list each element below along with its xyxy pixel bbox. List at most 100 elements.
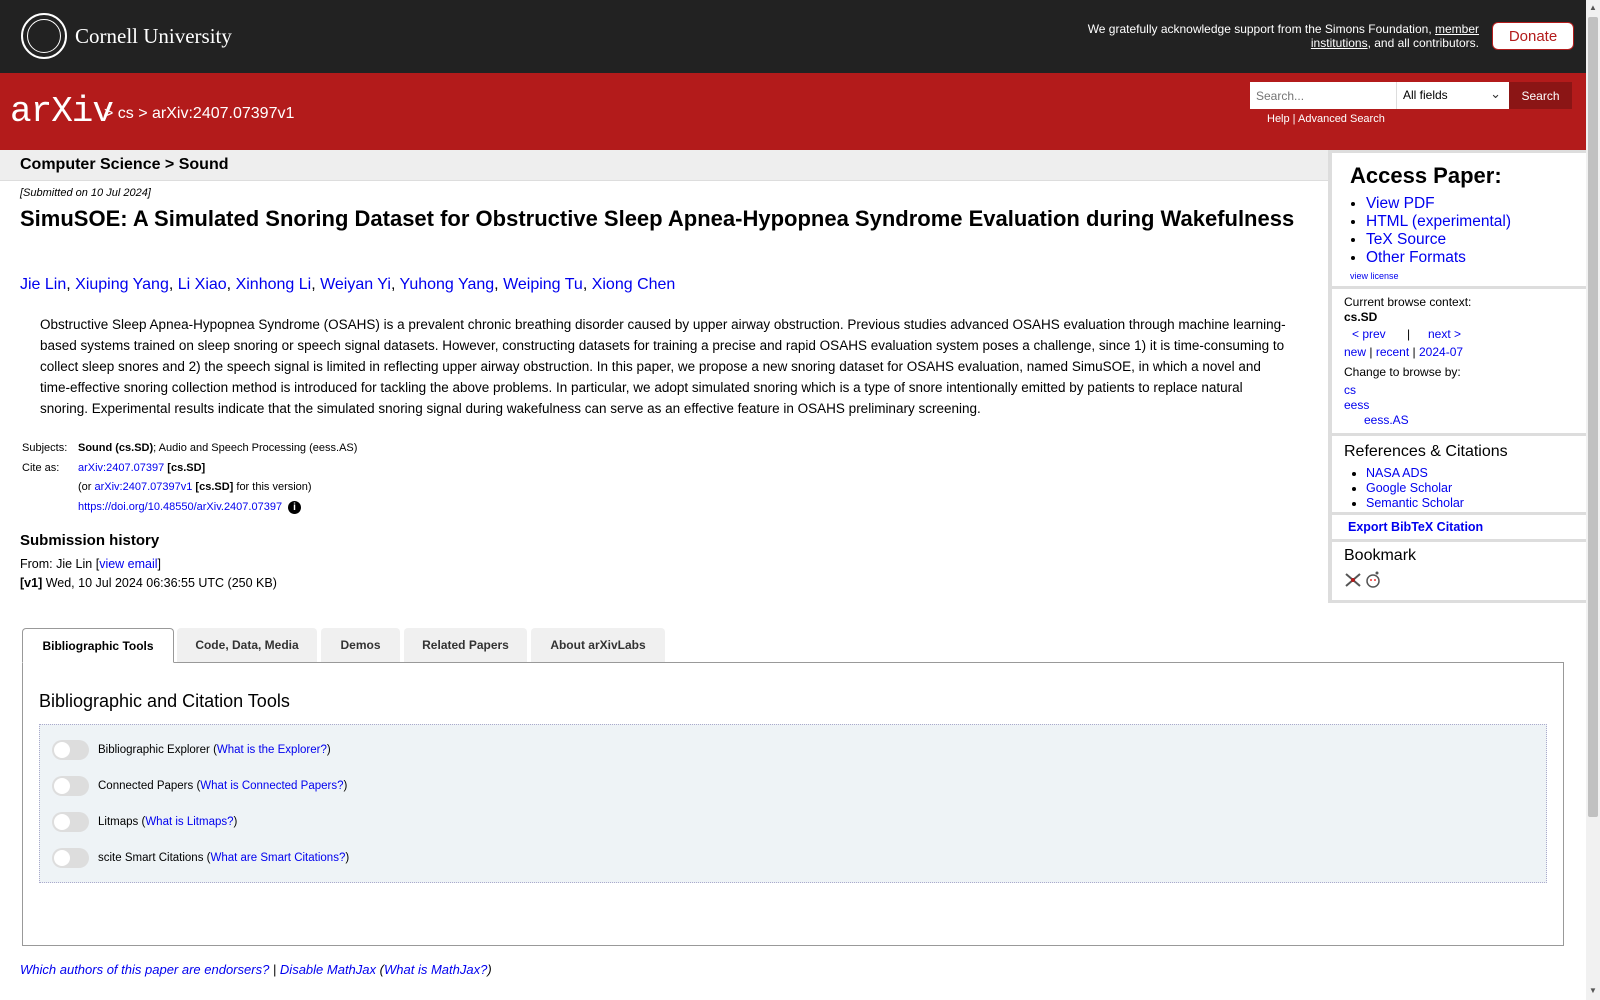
reddit-icon[interactable] [1364,570,1382,588]
author-link[interactable]: Li Xiao [178,276,227,293]
html-link[interactable]: HTML (experimental) [1366,213,1511,230]
advanced-search-link[interactable]: Advanced Search [1298,113,1385,125]
tab-about-arxivlabs[interactable]: About arXivLabs [531,628,665,662]
page-scrollbar[interactable]: ▲ ▼ [1586,0,1600,1000]
context-value: cs.SD [1344,310,1378,324]
tab-code-data-media[interactable]: Code, Data, Media [177,628,317,662]
connected-papers-toggle[interactable] [52,776,89,796]
explorer-toggle[interactable] [52,740,89,760]
what-is-mathjax-link[interactable]: What is MathJax? [384,962,487,977]
author-link[interactable]: Weiyan Yi [320,276,391,293]
submitter-info: From: Jie Lin [view email] [20,557,162,571]
bookmark-title: Bookmark [1344,547,1417,564]
author-link[interactable]: Xiong Chen [592,276,676,293]
doi-link[interactable]: https://doi.org/10.48550/arXiv.2407.0739… [78,501,282,513]
sidebar: Access Paper: View PDF HTML (experimenta… [1328,150,1586,603]
breadcrumb-paper-id: arXiv:2407.07397v1 [152,105,295,122]
author-list: Jie Lin, Xiuping Yang, Li Xiao, Xinhong … [20,276,676,293]
footer-links: Which authors of this paper are endorser… [20,962,492,977]
cite-id-link[interactable]: arXiv:2407.07397 [78,462,164,474]
author-link[interactable]: Xiuping Yang [75,276,169,293]
author-link[interactable]: Xinhong Li [236,276,312,293]
new-link[interactable]: new [1344,345,1366,359]
breadcrumb-cs[interactable]: cs [118,105,134,122]
view-license-link[interactable]: view license [1350,271,1399,281]
arxiv-header: arXiv > cs > arXiv:2407.07397v1 All fiel… [0,73,1586,150]
donate-button[interactable]: Donate [1492,22,1574,50]
author-link[interactable]: Yuhong Yang [400,276,495,293]
search-field-select[interactable]: All fields ⌄ [1396,82,1509,109]
submission-date: [Submitted on 10 Jul 2024] [20,187,151,199]
browse-eess-link[interactable]: eess [1344,398,1369,414]
prev-link[interactable]: < prev [1352,327,1386,343]
tools-list: Bibliographic Explorer (What is the Expl… [39,724,1547,883]
tex-source-link[interactable]: TeX Source [1366,231,1446,248]
litmaps-toggle[interactable] [52,812,89,832]
tool-bibliographic-explorer: Bibliographic Explorer (What is the Expl… [52,740,331,760]
paper-title: SimuSOE: A Simulated Snoring Dataset for… [20,206,1295,231]
endorsers-link[interactable]: Which authors of this paper are endorser… [20,962,269,977]
search-help-links: Help | Advanced Search [1267,113,1385,125]
view-email-link[interactable]: view email [99,557,157,571]
context-label: Current browse context: [1344,295,1472,309]
author-link[interactable]: Weiping Tu [503,276,583,293]
tool-scite: scite Smart Citations (What are Smart Ci… [52,848,349,868]
export-bibtex-box: Export BibTeX Citation [1332,515,1586,539]
view-pdf-link[interactable]: View PDF [1366,195,1435,212]
paper-metadata: Subjects: Sound (cs.SD); Audio and Speech… [22,442,358,514]
access-paper-box: Access Paper: View PDF HTML (experimenta… [1332,153,1586,286]
tab-bibliographic-tools[interactable]: Bibliographic Tools [22,628,174,663]
support-acknowledgement: We gratefully acknowledge support from t… [1087,22,1479,50]
nasa-ads-link[interactable]: NASA ADS [1366,466,1428,480]
subjects-value: Sound (cs.SD); Audio and Speech Processi… [78,442,358,454]
next-link[interactable]: next > [1428,327,1461,343]
cite-v1-link[interactable]: arXiv:2407.07397v1 [95,481,193,493]
scroll-thumb[interactable] [1588,17,1598,817]
submission-history-title: Submission history [20,532,160,549]
subjects-label: Subjects: [22,442,68,454]
cite-label: Cite as: [22,461,60,474]
cornell-logo[interactable]: Cornell University [21,13,232,59]
cornell-seal-icon [21,13,67,59]
cornell-header: Cornell University We gratefully acknowl… [0,0,1586,73]
explorer-info-link[interactable]: What is the Explorer? [217,744,327,756]
access-paper-title: Access Paper: [1350,163,1502,188]
tool-litmaps: Litmaps (What is Litmaps?) [52,812,237,832]
search-input[interactable] [1250,82,1396,109]
scite-toggle[interactable] [52,848,89,868]
semantic-scholar-link[interactable]: Semantic Scholar [1366,496,1464,510]
google-scholar-link[interactable]: Google Scholar [1366,481,1452,495]
author-link[interactable]: Jie Lin [20,276,66,293]
help-link[interactable]: Help [1267,113,1290,125]
search-button[interactable]: Search [1509,82,1572,109]
tools-panel: Bibliographic and Citation Tools Bibliog… [22,662,1564,946]
export-bibtex-link[interactable]: Export BibTeX Citation [1348,520,1483,534]
browse-cs-link[interactable]: cs [1344,383,1356,399]
references-title: References & Citations [1344,443,1508,460]
browse-eess-as-link[interactable]: eess.AS [1364,413,1409,429]
tab-demos[interactable]: Demos [321,628,400,662]
scroll-up-icon[interactable]: ▲ [1589,3,1597,12]
tool-connected-papers: Connected Papers (What is Connected Pape… [52,776,347,796]
info-icon[interactable]: i [288,500,302,514]
change-browse-label: Change to browse by: [1344,365,1461,379]
recent-link[interactable]: recent [1376,345,1409,359]
university-name: Cornell University [75,23,232,48]
arxiv-logo[interactable]: arXiv [10,91,114,132]
tab-related-papers[interactable]: Related Papers [404,628,527,662]
breadcrumb: > cs > arXiv:2407.07397v1 [104,105,295,122]
other-formats-link[interactable]: Other Formats [1366,249,1466,266]
disable-mathjax-link[interactable]: Disable MathJax [280,962,376,977]
tools-panel-title: Bibliographic and Citation Tools [39,691,290,711]
scroll-down-icon[interactable]: ▼ [1589,986,1597,995]
references-box: References & Citations NASA ADS Google S… [1332,436,1586,512]
subject-header: Computer Science > Sound [0,150,1328,181]
abstract: Obstructive Sleep Apnea-Hypopnea Syndrom… [40,317,1286,416]
browse-context-box: Current browse context: cs.SD < prev | n… [1332,289,1586,433]
month-link[interactable]: 2024-07 [1419,345,1463,359]
connected-papers-info-link[interactable]: What is Connected Papers? [200,780,343,792]
bibsonomy-icon[interactable] [1344,572,1362,588]
chevron-down-icon: ⌄ [1490,86,1501,101]
litmaps-info-link[interactable]: What is Litmaps? [145,816,233,828]
scite-info-link[interactable]: What are Smart Citations? [210,852,345,864]
